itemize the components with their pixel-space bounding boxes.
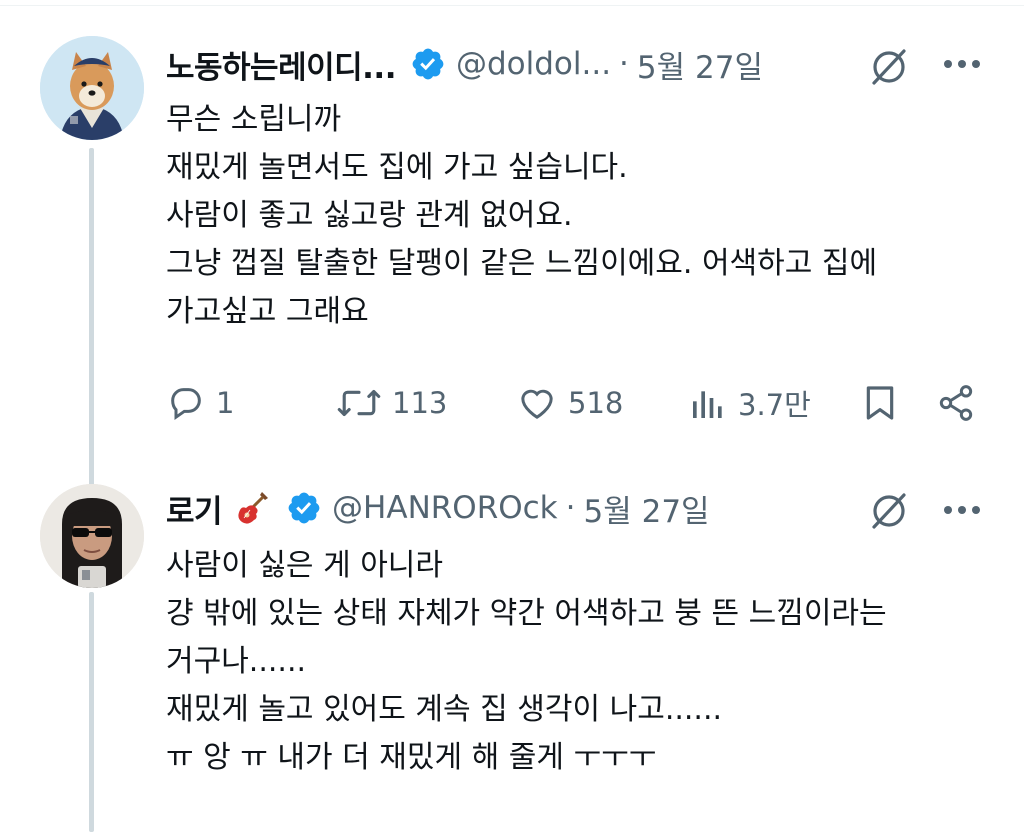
tweet-date[interactable]: 5월 27일 xyxy=(637,42,763,87)
reply-icon xyxy=(171,388,201,421)
tweet[interactable]: 노동하는레이디... @doldol... · 5월 27일 무슨 소립니까 재… xyxy=(0,0,1024,488)
verified-badge-icon xyxy=(288,492,320,524)
more-options-icon[interactable] xyxy=(942,58,982,70)
thread-line xyxy=(89,592,94,832)
tweet-text: 사람이 싫은 게 아니라 걍 밖에 있는 상태 자체가 약간 어색하고 붕 뜬 … xyxy=(166,542,996,782)
like-count: 518 xyxy=(568,386,624,420)
tweet[interactable]: 로기 @HANROROck · 5월 27일 사람이 싫은 게 아니라 걍 밖에… xyxy=(0,470,1024,832)
retweet-button[interactable]: 113 xyxy=(336,380,447,426)
tweet-text-line: 거구나...... xyxy=(166,644,307,679)
user-handle[interactable]: @HANROROck xyxy=(332,490,558,526)
tweet-text-line: 그냥 껍질 탈출한 달팽이 같은 느낌이에요. 어색하고 집에 xyxy=(166,246,878,281)
avatar[interactable] xyxy=(40,36,144,140)
thread-line xyxy=(89,148,94,488)
share-button[interactable] xyxy=(936,380,986,426)
reply-button[interactable]: 1 xyxy=(166,380,234,426)
user-handle[interactable]: @doldol... xyxy=(456,46,611,82)
tweet-text-line: 재밌게 놀면서도 집에 가고 싶습니다. xyxy=(166,150,628,185)
avatar[interactable] xyxy=(40,484,144,588)
like-button[interactable]: 518 xyxy=(516,380,623,426)
separator-dot: · xyxy=(619,46,629,82)
tweet-header: 노동하는레이디... @doldol... · 5월 27일 xyxy=(166,34,763,94)
analytics-icon xyxy=(693,391,722,418)
bookmark-icon xyxy=(866,386,894,420)
views-button[interactable]: 3.7만 xyxy=(688,380,811,426)
grok-icon[interactable] xyxy=(868,46,910,88)
reply-count: 1 xyxy=(216,386,235,420)
view-count: 3.7만 xyxy=(738,388,811,422)
tweet-text-line: 재밌게 놀고 있어도 계속 집 생각이 나고...... xyxy=(166,692,723,727)
retweet-icon xyxy=(337,389,381,417)
verified-badge-icon xyxy=(412,48,444,80)
tweet-header: 로기 @HANROROck · 5월 27일 xyxy=(166,478,710,538)
tweet-actions: 1 113 518 3.7만 xyxy=(166,380,986,426)
bookmark-button[interactable] xyxy=(860,380,910,426)
tweet-text-line: 가고싶고 그래요 xyxy=(166,294,369,329)
person-sunglasses-avatar-icon xyxy=(40,484,144,588)
shiba-dog-avatar-icon xyxy=(40,36,144,140)
guitar-icon xyxy=(238,492,269,524)
more-options-icon[interactable] xyxy=(942,504,982,516)
separator-dot: · xyxy=(565,490,576,526)
tweet-text-line: 사람이 좋고 싫고랑 관계 없어요. xyxy=(166,198,573,233)
share-icon xyxy=(939,385,973,421)
heart-icon xyxy=(521,389,553,419)
retweet-count: 113 xyxy=(392,386,448,420)
display-name[interactable]: 노동하는레이디... xyxy=(166,42,396,87)
tweet-text-line: 사람이 싫은 게 아니라 xyxy=(166,548,444,583)
tweet-text: 무슨 소립니까 재밌게 놀면서도 집에 가고 싶습니다. 사람이 좋고 싫고랑 … xyxy=(166,96,996,336)
grok-icon[interactable] xyxy=(868,490,910,532)
tweet-text-line: ㅠ 앙 ㅠ 내가 더 재밌게 해 줄게 ㅜㅜㅜ xyxy=(166,740,657,775)
tweet-text-line: 무슨 소립니까 xyxy=(166,102,342,137)
tweet-date[interactable]: 5월 27일 xyxy=(584,486,710,531)
display-name[interactable]: 로기 xyxy=(166,486,223,531)
tweet-text-line: 걍 밖에 있는 상태 자체가 약간 어색하고 붕 뜬 느낌이라는 xyxy=(166,596,887,631)
